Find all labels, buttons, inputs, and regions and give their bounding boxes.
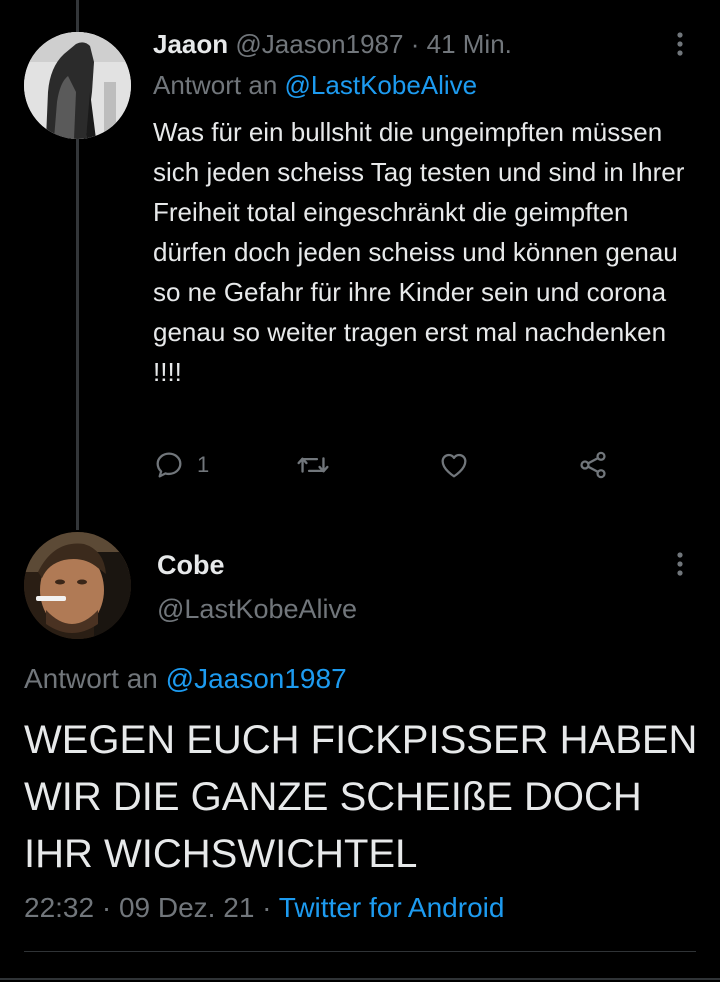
tweet-action-bar: 1: [153, 449, 633, 489]
reply-context: Antwort an @Jaason1987: [24, 661, 347, 697]
reply-prefix: Antwort an: [153, 70, 278, 100]
avatar[interactable]: [24, 32, 131, 139]
author-name[interactable]: Jaaon: [153, 29, 228, 59]
divider: [24, 951, 696, 952]
reply-prefix: Antwort an: [24, 663, 158, 694]
tweet-text: Was für ein bullshit die ungeimpften müs…: [153, 117, 685, 387]
separator: ·: [262, 892, 272, 923]
divider: [0, 978, 720, 980]
author-handle[interactable]: @Jaason1987: [235, 29, 403, 59]
tweet-text: WEGEN EUCH FICKPISSER HABEN WIR DIE GANZ…: [24, 718, 698, 876]
tweet-date[interactable]: 09 Dez. 21: [119, 892, 254, 923]
reply-to-link[interactable]: @LastKobeAlive: [285, 70, 478, 100]
tweet1-header: Jaaon @Jaason1987 · 41 Min.: [153, 28, 512, 60]
like-button[interactable]: [438, 449, 470, 481]
tweet-source-link[interactable]: Twitter for Android: [279, 892, 505, 923]
retweet-icon: [297, 457, 329, 473]
tweet-metadata: 22:32 · 09 Dez. 21 · Twitter for Android: [24, 890, 504, 926]
reply-context: Antwort an @LastKobeAlive: [153, 68, 477, 102]
reply-to-link[interactable]: @Jaason1987: [166, 663, 347, 694]
author-name[interactable]: Cobe: [157, 548, 225, 582]
share-icon: [580, 451, 606, 479]
reply-icon: [156, 452, 182, 478]
more-options-icon[interactable]: [670, 30, 690, 60]
retweet-button[interactable]: [296, 449, 330, 481]
avatar-jaaon-image: [24, 32, 131, 139]
tweet-time[interactable]: 41 Min.: [427, 29, 512, 59]
avatar-cobe-image: [24, 532, 131, 639]
reply-count: 1: [197, 452, 210, 477]
separator: ·: [410, 29, 420, 59]
reply-button[interactable]: 1: [153, 449, 209, 481]
share-button[interactable]: [577, 449, 609, 481]
like-icon: [441, 453, 467, 478]
author-handle[interactable]: @LastKobeAlive: [157, 592, 357, 626]
separator: ·: [101, 892, 112, 923]
more-options-icon[interactable]: [670, 550, 690, 580]
tweet-time[interactable]: 22:32: [24, 892, 94, 923]
avatar[interactable]: [24, 532, 131, 639]
